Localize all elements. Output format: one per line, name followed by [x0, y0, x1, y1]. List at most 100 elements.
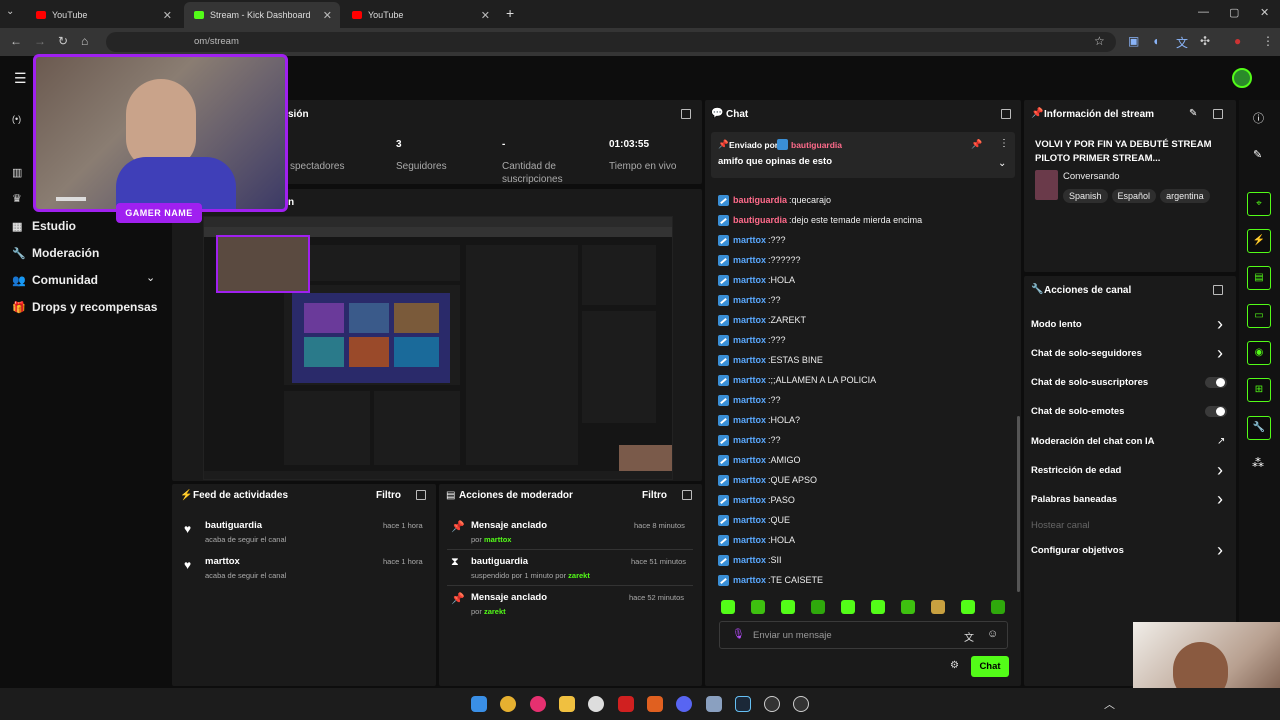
tag-chip[interactable]: Español	[1111, 189, 1157, 203]
profile-icon[interactable]: ●	[1234, 34, 1241, 48]
sidebar-item-moderacion[interactable]: 🔧 Moderación	[12, 246, 99, 260]
mod-item-actor[interactable]: zarekt	[568, 571, 590, 580]
hamburger-menu-icon[interactable]: ☰	[14, 70, 27, 87]
translate-icon[interactable]: 文	[1176, 34, 1188, 51]
wrench-button[interactable]: 🔧	[1247, 416, 1271, 440]
emote-icon[interactable]	[841, 600, 855, 614]
close-tab-icon[interactable]: ✕	[323, 9, 332, 22]
list-button[interactable]: ▤	[1247, 266, 1271, 290]
unpin-icon[interactable]: 📌	[971, 139, 982, 150]
chat-username[interactable]: marttox	[733, 295, 766, 305]
chat-button[interactable]: ▭	[1247, 304, 1271, 328]
extensions-puzzle-icon[interactable]: ✣	[1200, 34, 1210, 48]
app-icon[interactable]	[647, 696, 663, 712]
close-window-button[interactable]: ✕	[1260, 6, 1269, 19]
chat-username[interactable]: marttox	[733, 555, 766, 565]
tab-kick-dashboard[interactable]: Stream - Kick Dashboard ✕	[184, 2, 340, 28]
chevron-right-icon[interactable]: ›	[1217, 541, 1223, 559]
mod-item-actor[interactable]: zarekt	[484, 607, 506, 616]
expand-icon[interactable]	[1213, 285, 1223, 295]
sidebar-item-estudio[interactable]: ▦ Estudio	[12, 219, 76, 233]
camera-focus-button[interactable]: ⌖	[1247, 192, 1271, 216]
live-icon[interactable]: (•)	[12, 114, 21, 124]
channel-action-item[interactable]: Chat de solo-emotes	[1031, 406, 1124, 417]
emote-icon[interactable]	[871, 600, 885, 614]
mod-item-actor[interactable]: marttox	[484, 535, 512, 544]
chat-username[interactable]: marttox	[733, 455, 766, 465]
bolt-button[interactable]: ⚡	[1247, 229, 1271, 253]
close-tab-icon[interactable]: ✕	[163, 9, 172, 22]
external-link-icon[interactable]: ↗	[1217, 436, 1225, 447]
chat-username[interactable]: marttox	[733, 495, 766, 505]
new-tab-button[interactable]: +	[506, 5, 514, 21]
mod-filter-button[interactable]: Filtro	[642, 490, 667, 501]
chat-username[interactable]: marttox	[733, 515, 766, 525]
live-button[interactable]: ◉	[1247, 341, 1271, 365]
forward-icon[interactable]: →	[34, 34, 46, 48]
chat-username[interactable]: marttox	[733, 355, 766, 365]
home-icon[interactable]: ⌂	[81, 34, 88, 48]
emote-icon[interactable]	[751, 600, 765, 614]
edit-pencil-icon[interactable]: ✎	[1189, 108, 1197, 119]
url-input[interactable]: om/stream	[106, 32, 1116, 52]
emote-icon[interactable]	[901, 600, 915, 614]
mic-icon[interactable]: 🎙	[732, 629, 745, 640]
windows-start-icon[interactable]	[471, 696, 487, 712]
chat-username[interactable]: marttox	[733, 475, 766, 485]
feed-item-user[interactable]: marttox	[205, 556, 240, 567]
file-explorer-icon[interactable]	[559, 696, 575, 712]
expand-icon[interactable]	[1001, 109, 1011, 119]
obs-icon[interactable]	[588, 696, 604, 712]
chart-icon[interactable]: ▥	[12, 166, 22, 179]
pinned-message[interactable]: 📌 Enviado por bautiguardia amifo que opi…	[711, 132, 1015, 178]
chat-username[interactable]: bautiguardia	[733, 195, 787, 205]
chat-username[interactable]: marttox	[733, 535, 766, 545]
emote-icon[interactable]	[811, 600, 825, 614]
expand-icon[interactable]	[416, 490, 426, 500]
emote-icon[interactable]	[781, 600, 795, 614]
toggle-switch[interactable]	[1205, 406, 1227, 417]
tag-chip[interactable]: Spanish	[1063, 189, 1108, 203]
pinned-user[interactable]: bautiguardia	[791, 140, 842, 150]
settings-icon[interactable]	[706, 696, 722, 712]
expand-icon[interactable]	[1213, 109, 1223, 119]
channel-action-item[interactable]: Restricción de edad	[1031, 465, 1121, 476]
chat-username[interactable]: marttox	[733, 415, 766, 425]
app-icon[interactable]	[618, 696, 634, 712]
feed-item-user[interactable]: bautiguardia	[205, 520, 262, 531]
chat-username[interactable]: bautiguardia	[733, 215, 787, 225]
mod-item-action[interactable]: bautiguardia	[471, 556, 528, 567]
info-icon[interactable]: ⓘ	[1253, 110, 1264, 126]
emote-icon[interactable]	[721, 600, 735, 614]
channel-action-item[interactable]: Chat de solo-seguidores	[1031, 348, 1142, 359]
emote-icon[interactable]	[931, 600, 945, 614]
pencil-icon[interactable]: ✎	[1253, 148, 1262, 161]
channel-action-item[interactable]: Moderación del chat con IA	[1031, 436, 1155, 447]
chevron-down-icon[interactable]: ⌄	[998, 158, 1006, 169]
chat-username[interactable]: marttox	[733, 375, 766, 385]
browser-menu-icon[interactable]: ⋮	[1262, 34, 1274, 48]
expand-icon[interactable]	[682, 490, 692, 500]
chat-username[interactable]: marttox	[733, 255, 766, 265]
chat-username[interactable]: marttox	[733, 315, 766, 325]
sidebar-item-comunidad[interactable]: 👥 Comunidad	[12, 273, 98, 287]
chat-username[interactable]: marttox	[733, 335, 766, 345]
back-icon[interactable]: ←	[10, 34, 22, 48]
chat-username[interactable]: marttox	[733, 275, 766, 285]
channel-action-item[interactable]: Configurar objetivos	[1031, 545, 1124, 556]
steam-icon[interactable]	[735, 696, 751, 712]
chat-scrollbar[interactable]	[1017, 416, 1020, 592]
expand-icon[interactable]	[681, 109, 691, 119]
close-tab-icon[interactable]: ✕	[481, 9, 490, 22]
chat-username[interactable]: marttox	[733, 435, 766, 445]
reload-icon[interactable]: ↻	[58, 34, 68, 48]
maximize-button[interactable]: ▢	[1229, 6, 1239, 19]
discord-icon[interactable]	[676, 696, 692, 712]
chrome-icon[interactable]	[500, 696, 516, 712]
chat-username[interactable]: marttox	[733, 395, 766, 405]
extension-icon[interactable]: ▣	[1128, 34, 1139, 48]
translate-icon[interactable]: 文	[964, 629, 974, 644]
app-icon[interactable]	[793, 696, 809, 712]
chat-username[interactable]: marttox	[733, 235, 766, 245]
channel-action-item[interactable]: Palabras baneadas	[1031, 494, 1117, 505]
